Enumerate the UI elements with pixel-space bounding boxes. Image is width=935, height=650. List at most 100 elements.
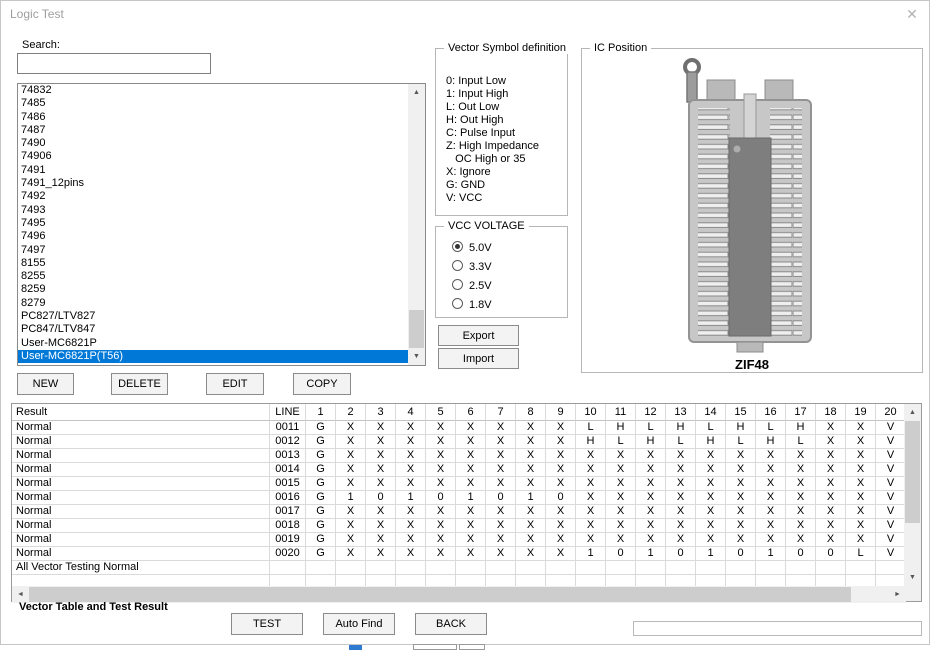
table-row[interactable]: Normal0019GXXXXXXXXXXXXXXXXXXV xyxy=(12,533,906,547)
close-icon[interactable]: ✕ xyxy=(902,5,922,23)
table-cell: X xyxy=(516,449,546,463)
device-list-item[interactable]: 7486 xyxy=(18,111,425,124)
symbol-definition-title: Vector Symbol definition xyxy=(444,42,570,54)
table-cell: V xyxy=(876,519,906,533)
device-list-item[interactable]: 7491_12pins xyxy=(18,177,425,190)
table-cell: X xyxy=(546,547,576,561)
device-list-item[interactable]: 8155 xyxy=(18,257,425,270)
symbol-definition-line: OC High or 35 xyxy=(446,153,539,166)
edit-button[interactable]: EDIT xyxy=(206,373,264,395)
scrollbar-thumb[interactable] xyxy=(409,310,424,348)
table-cell: X xyxy=(486,547,516,561)
new-button[interactable]: NEW xyxy=(17,373,74,395)
table-cell: X xyxy=(696,533,726,547)
table-cell: G xyxy=(306,547,336,561)
symbol-definition-line: G: GND xyxy=(446,179,539,192)
device-list-item[interactable]: 8259 xyxy=(18,283,425,296)
table-cell: 1 xyxy=(576,547,606,561)
table-row[interactable]: Normal0016G10101010XXXXXXXXXXV xyxy=(12,491,906,505)
import-button[interactable]: Import xyxy=(438,348,519,369)
device-list-item[interactable]: 8255 xyxy=(18,270,425,283)
table-cell: X xyxy=(426,477,456,491)
table-cell: X xyxy=(486,519,516,533)
scroll-up-icon[interactable]: ▲ xyxy=(904,404,921,421)
vcc-option[interactable]: 3.3V xyxy=(452,258,492,277)
result-table[interactable]: ResultLINE123456789101112131415161718192… xyxy=(11,403,922,602)
device-list-item[interactable]: PC847/LTV847 xyxy=(18,323,425,336)
device-list-item[interactable]: 7492 xyxy=(18,190,425,203)
table-cell: H xyxy=(606,421,636,435)
table-cell: X xyxy=(516,547,546,561)
table-cell: X xyxy=(756,477,786,491)
device-list-item[interactable]: 74832 xyxy=(18,84,425,97)
delete-button[interactable]: DELETE xyxy=(111,373,168,395)
table-cell: 0 xyxy=(426,491,456,505)
table-row[interactable]: Normal0012GXXXXXXXXHLHLHLHLXXV xyxy=(12,435,906,449)
scroll-up-icon[interactable]: ▲ xyxy=(408,84,425,101)
table-cell: X xyxy=(486,477,516,491)
table-cell: L xyxy=(726,435,756,449)
table-cell: X xyxy=(606,519,636,533)
table-row[interactable]: Normal0018GXXXXXXXXXXXXXXXXXXV xyxy=(12,519,906,533)
auto-find-button[interactable]: Auto Find xyxy=(323,613,395,635)
table-cell: X xyxy=(396,477,426,491)
device-list-item[interactable]: 7490 xyxy=(18,137,425,150)
device-list-item[interactable]: 7495 xyxy=(18,217,425,230)
background-window-fragment xyxy=(459,644,485,650)
table-cell: X xyxy=(456,421,486,435)
table-cell: X xyxy=(816,505,846,519)
table-cell xyxy=(696,561,726,575)
export-button[interactable]: Export xyxy=(438,325,519,346)
device-list-item[interactable]: 7487 xyxy=(18,124,425,137)
table-cell: X xyxy=(606,505,636,519)
table-row[interactable]: Normal0013GXXXXXXXXXXXXXXXXXXV xyxy=(12,449,906,463)
symbol-definition-line: C: Pulse Input xyxy=(446,127,539,140)
table-cell: L xyxy=(636,421,666,435)
table-row[interactable]: Normal0020GXXXXXXXX101010100LV xyxy=(12,547,906,561)
table-cell: G xyxy=(306,505,336,519)
device-list-item[interactable]: PC827/LTV827 xyxy=(18,310,425,323)
scroll-down-icon[interactable]: ▼ xyxy=(408,348,425,365)
device-list-item[interactable]: 74906 xyxy=(18,150,425,163)
table-cell: X xyxy=(546,435,576,449)
table-cell: 1 xyxy=(756,547,786,561)
table-cell: X xyxy=(576,505,606,519)
vcc-option-label: 1.8V xyxy=(469,299,492,311)
table-cell: 0 xyxy=(786,547,816,561)
table-cell: 0 xyxy=(546,491,576,505)
device-list-item[interactable]: 7493 xyxy=(18,204,425,217)
search-input[interactable] xyxy=(17,53,211,74)
table-cell: X xyxy=(846,519,876,533)
back-button[interactable]: BACK xyxy=(415,613,487,635)
scrollbar-thumb[interactable] xyxy=(29,587,851,602)
table-cell: X xyxy=(756,491,786,505)
device-list-item[interactable]: 7497 xyxy=(18,244,425,257)
test-button[interactable]: TEST xyxy=(231,613,303,635)
device-list[interactable]: ▲ ▼ 7483274857486748774907490674917491_1… xyxy=(17,83,426,366)
table-cell: X xyxy=(336,477,366,491)
table-row[interactable]: Normal0014GXXXXXXXXXXXXXXXXXXV xyxy=(12,463,906,477)
table-row[interactable]: Normal0017GXXXXXXXXXXXXXXXXXXV xyxy=(12,505,906,519)
table-cell: X xyxy=(846,435,876,449)
table-vertical-scrollbar[interactable]: ▲ ▼ xyxy=(904,404,921,586)
vcc-option[interactable]: 5.0V xyxy=(452,239,492,258)
device-list-item[interactable]: User-MC6821P xyxy=(18,337,425,350)
device-list-item[interactable]: User-MC6821P(T56) xyxy=(18,350,425,363)
copy-button[interactable]: COPY xyxy=(293,373,351,395)
table-cell xyxy=(666,561,696,575)
table-cell xyxy=(816,575,846,586)
table-row[interactable]: Normal0015GXXXXXXXXXXXXXXXXXXV xyxy=(12,477,906,491)
device-list-item[interactable]: 8279 xyxy=(18,297,425,310)
device-list-scrollbar[interactable]: ▲ ▼ xyxy=(408,84,425,365)
device-list-item[interactable]: 7485 xyxy=(18,97,425,110)
symbol-definition-line: V: VCC xyxy=(446,192,539,205)
device-list-item[interactable]: 7496 xyxy=(18,230,425,243)
vcc-option[interactable]: 1.8V xyxy=(452,296,492,315)
scrollbar-thumb[interactable] xyxy=(905,421,920,523)
device-list-item[interactable]: 7491 xyxy=(18,164,425,177)
table-cell: X xyxy=(396,421,426,435)
vcc-option[interactable]: 2.5V xyxy=(452,277,492,296)
table-cell: 1 xyxy=(516,491,546,505)
table-row[interactable]: Normal0011GXXXXXXXXLHLHLHLHXXV xyxy=(12,421,906,435)
table-cell: X xyxy=(846,533,876,547)
